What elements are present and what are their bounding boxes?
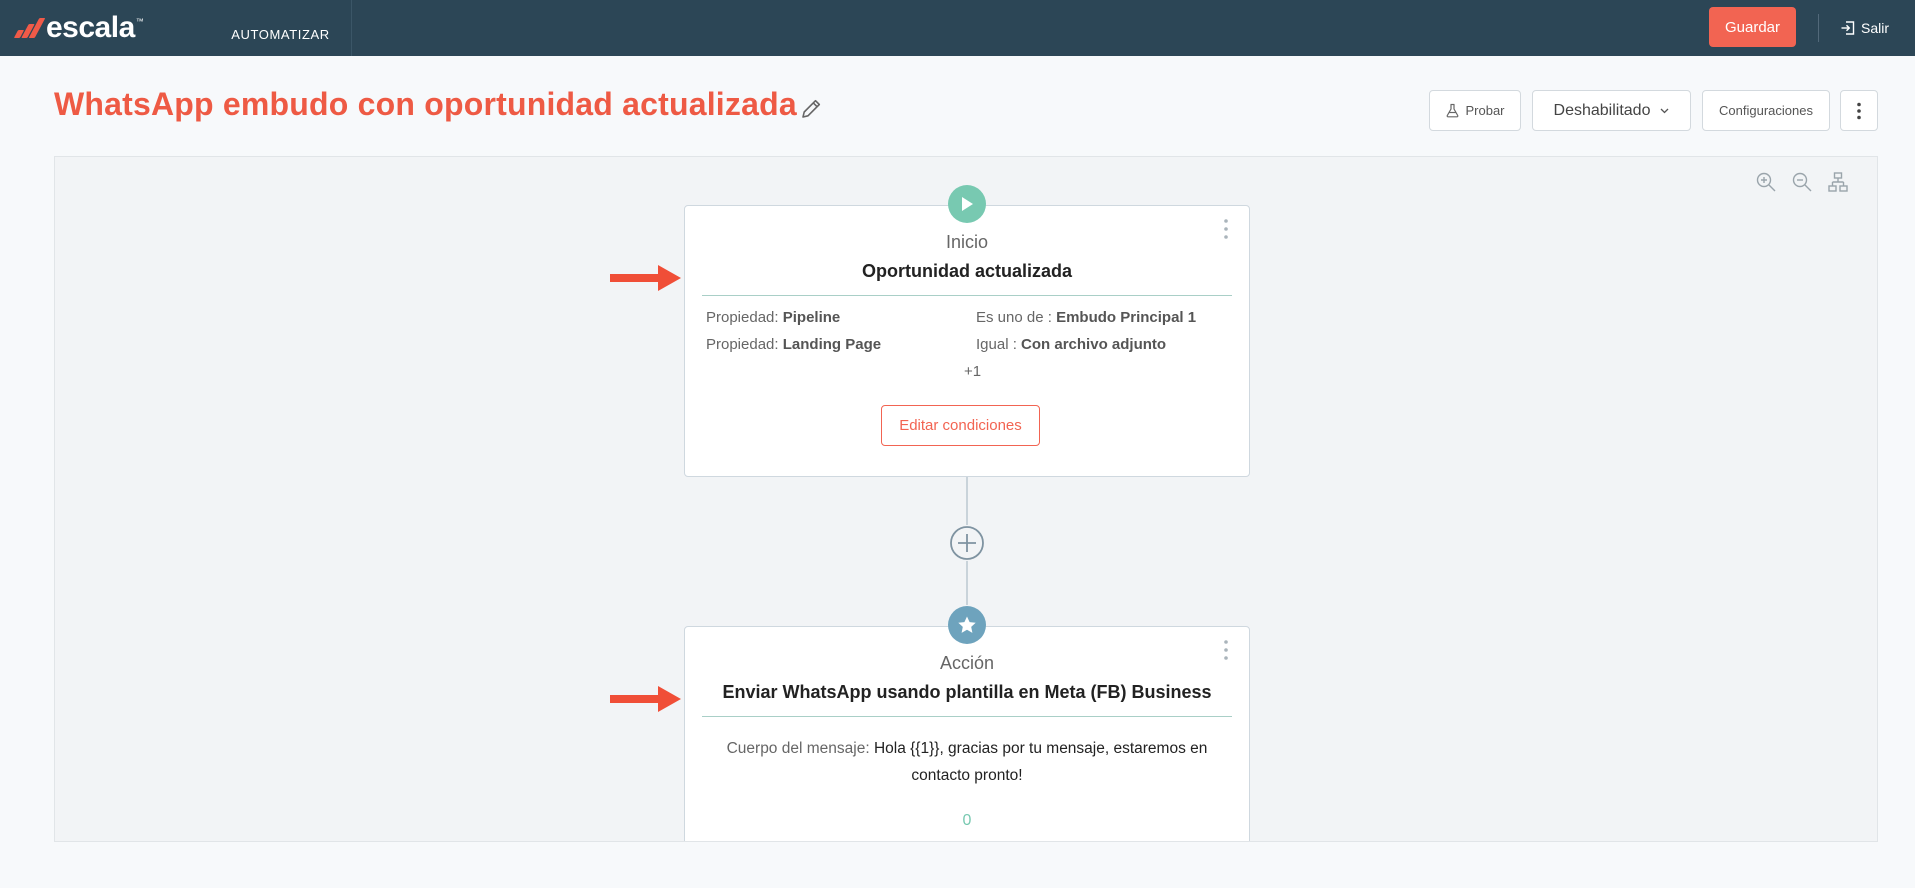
logout-icon <box>1841 21 1855 35</box>
node-type-label: Acción <box>939 653 995 673</box>
exit-button[interactable]: Salir <box>1840 16 1889 40</box>
annotation-arrow-trigger <box>610 265 681 291</box>
test-button[interactable]: Probar <box>1429 90 1521 131</box>
more-conditions-count[interactable]: +1 <box>964 363 981 380</box>
automation-canvas[interactable]: Inicio Oportunidad actualizada Propiedad… <box>54 156 1878 842</box>
status-dropdown[interactable]: Deshabilitado <box>1532 90 1691 131</box>
condition-property: Propiedad: Landing Page <box>706 336 882 353</box>
zoom-in-icon[interactable] <box>1755 171 1777 193</box>
edit-conditions-button[interactable]: Editar condiciones <box>881 405 1040 446</box>
plus-circle-icon[interactable] <box>949 525 985 561</box>
settings-button[interactable]: Configuraciones <box>1702 90 1830 131</box>
logo-text: escala <box>46 11 135 44</box>
star-icon <box>948 606 986 644</box>
node-divider <box>702 295 1232 296</box>
flow-connector <box>966 561 968 605</box>
flow-connector <box>966 477 968 525</box>
top-navigation-bar: escala ™ AUTOMATIZAR Guardar Salir <box>0 0 1915 56</box>
play-icon <box>948 185 986 223</box>
message-label: Cuerpo del mensaje: <box>726 740 870 757</box>
condition-property: Propiedad: Pipeline <box>706 309 841 326</box>
hierarchy-icon[interactable] <box>1827 171 1849 193</box>
trigger-node[interactable]: Inicio Oportunidad actualizada Propiedad… <box>684 185 1250 477</box>
test-label: Probar <box>1465 103 1505 118</box>
chevron-down-icon <box>1661 108 1669 113</box>
topbar-divider <box>1818 14 1819 42</box>
node-title: Enviar WhatsApp usando plantilla en Meta… <box>722 682 1212 702</box>
node-title: Oportunidad actualizada <box>861 261 1073 281</box>
logo-mark-icon <box>13 18 46 38</box>
save-button[interactable]: Guardar <box>1709 7 1796 47</box>
action-count: 0 <box>962 812 972 829</box>
condition-operator: Es uno de : Embudo Principal 1 <box>976 309 1197 326</box>
flask-icon <box>1447 103 1459 118</box>
pencil-icon[interactable] <box>798 96 824 122</box>
status-label: Deshabilitado <box>1553 101 1651 119</box>
message-body: Cuerpo del mensaje: Hola {{1}}, gracias … <box>715 735 1219 789</box>
zoom-out-icon[interactable] <box>1791 171 1813 193</box>
action-node[interactable]: Acción Enviar WhatsApp usando plantilla … <box>684 606 1250 841</box>
vertical-dots-icon <box>1857 102 1861 119</box>
more-options-button[interactable] <box>1840 90 1878 131</box>
message-text: Hola {{1}}, gracias por tu mensaje, esta… <box>873 740 1208 784</box>
page-title: WhatsApp embudo con oportunidad actualiz… <box>54 86 797 122</box>
node-type-label: Inicio <box>945 232 989 252</box>
canvas-toolbar <box>1755 171 1849 193</box>
exit-label: Salir <box>1861 20 1890 36</box>
condition-operator: Igual : Con archivo adjunto <box>976 336 1167 353</box>
annotation-arrow-action <box>610 686 681 712</box>
node-divider <box>702 716 1232 717</box>
nav-tab-automatizar[interactable]: AUTOMATIZAR <box>210 0 352 56</box>
logo-trademark: ™ <box>135 16 144 26</box>
escala-logo[interactable]: escala ™ <box>13 11 144 44</box>
